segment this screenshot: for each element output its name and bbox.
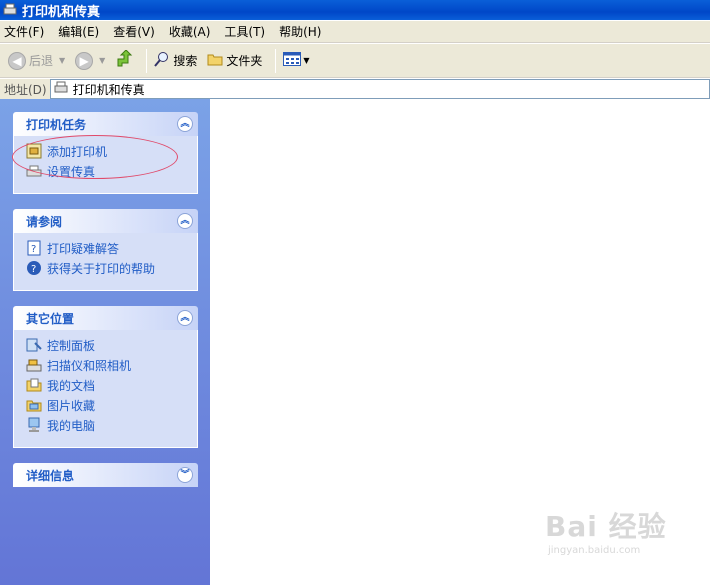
search-label: 搜索 bbox=[173, 54, 198, 68]
my-pictures-link[interactable]: 图片收藏 bbox=[26, 395, 197, 415]
forward-button[interactable]: ▶ ▼ bbox=[73, 48, 107, 74]
back-dropdown-icon[interactable]: ▼ bbox=[59, 56, 65, 65]
details-header[interactable]: 详细信息 ︾ bbox=[13, 463, 198, 487]
menu-tools[interactable]: 工具(T) bbox=[224, 23, 265, 40]
help-document-icon: ? bbox=[26, 240, 42, 256]
troubleshoot-printing-link[interactable]: ? 打印疑难解答 bbox=[26, 238, 197, 258]
other-places-panel: 其它位置 ︽ 控制面板 扫描仪和照相机 我的文档 图片收藏 我的电脑 bbox=[13, 306, 198, 448]
panel-title: 其它位置 bbox=[26, 311, 75, 326]
menu-favorites[interactable]: 收藏(A) bbox=[169, 23, 211, 40]
views-dropdown-icon: ▼ bbox=[303, 56, 310, 65]
folders-label: 文件夹 bbox=[226, 54, 263, 68]
panel-body: 控制面板 扫描仪和照相机 我的文档 图片收藏 我的电脑 bbox=[13, 330, 198, 448]
collapse-chevron-icon[interactable]: ︽ bbox=[177, 116, 193, 132]
forward-arrow-icon: ▶ bbox=[75, 51, 94, 70]
see-also-header[interactable]: 请参阅 ︽ bbox=[13, 209, 198, 233]
up-arrow-icon bbox=[115, 49, 133, 71]
back-label: 后退 bbox=[29, 54, 54, 68]
back-arrow-icon: ◀ bbox=[8, 51, 26, 70]
folders-button[interactable]: 文件夹 bbox=[205, 48, 264, 74]
link-label: 打印疑难解答 bbox=[47, 241, 120, 256]
svg-text:?: ? bbox=[31, 264, 36, 275]
title-bar: 打印机和传真 bbox=[0, 0, 710, 20]
search-button[interactable]: 搜索 bbox=[152, 48, 199, 74]
see-also-panel: 请参阅 ︽ ? 打印疑难解答 ? 获得关于打印的帮助 bbox=[13, 209, 198, 291]
watermark-brand: Bai 经验 bbox=[545, 510, 667, 543]
folder-icon bbox=[207, 52, 223, 69]
link-label: 图片收藏 bbox=[47, 398, 96, 413]
panel-title: 打印机任务 bbox=[26, 117, 87, 132]
other-places-header[interactable]: 其它位置 ︽ bbox=[13, 306, 198, 330]
printing-help-link[interactable]: ? 获得关于打印的帮助 bbox=[26, 258, 197, 278]
details-panel: 详细信息 ︾ bbox=[13, 463, 198, 487]
views-button[interactable]: ▼ bbox=[281, 48, 311, 74]
menu-view[interactable]: 查看(V) bbox=[113, 23, 155, 40]
collapse-chevron-icon[interactable]: ︽ bbox=[177, 310, 193, 326]
control-panel-icon bbox=[26, 337, 42, 353]
link-label: 扫描仪和照相机 bbox=[47, 358, 132, 373]
toolbar: ◀ 后退 ▼ ▶ ▼ 搜索 文件夹 ▼ bbox=[0, 44, 710, 78]
my-computer-link[interactable]: 我的电脑 bbox=[26, 415, 197, 435]
views-grid-icon bbox=[283, 52, 302, 69]
link-label: 我的文档 bbox=[47, 378, 96, 393]
menu-file[interactable]: 文件(F) bbox=[4, 23, 44, 40]
printer-tasks-header[interactable]: 打印机任务 ︽ bbox=[13, 112, 198, 136]
address-label: 地址(D) bbox=[4, 82, 47, 97]
address-bar: 地址(D) 打印机和传真 bbox=[0, 79, 710, 99]
help-circle-icon: ? bbox=[26, 260, 42, 276]
expand-chevron-icon[interactable]: ︾ bbox=[177, 467, 193, 483]
scanner-camera-icon bbox=[26, 357, 42, 373]
panel-title: 请参阅 bbox=[26, 214, 63, 229]
panel-title: 详细信息 bbox=[26, 468, 75, 483]
link-label: 我的电脑 bbox=[47, 418, 96, 433]
annotation-ellipse bbox=[12, 135, 178, 179]
link-label: 控制面板 bbox=[47, 338, 96, 353]
printer-fax-icon bbox=[53, 81, 69, 98]
computer-icon bbox=[26, 417, 42, 433]
panel-body: ? 打印疑难解答 ? 获得关于打印的帮助 bbox=[13, 233, 198, 291]
address-value: 打印机和传真 bbox=[72, 82, 145, 97]
menu-help[interactable]: 帮助(H) bbox=[279, 23, 321, 40]
up-folder-button[interactable] bbox=[113, 48, 135, 74]
link-label: 获得关于打印的帮助 bbox=[47, 261, 156, 276]
scanners-cameras-link[interactable]: 扫描仪和照相机 bbox=[26, 355, 197, 375]
my-documents-link[interactable]: 我的文档 bbox=[26, 375, 197, 395]
menu-edit[interactable]: 编辑(E) bbox=[58, 23, 99, 40]
documents-folder-icon bbox=[26, 377, 42, 393]
search-icon bbox=[154, 51, 170, 70]
back-button[interactable]: ◀ 后退 ▼ bbox=[6, 48, 67, 74]
address-input[interactable]: 打印机和传真 bbox=[49, 79, 710, 99]
toolbar-separator bbox=[146, 48, 148, 73]
control-panel-link[interactable]: 控制面板 bbox=[26, 335, 197, 355]
baidu-jingyan-watermark: Bai 经验 jingyan.baidu.com bbox=[545, 505, 667, 556]
svg-text:?: ? bbox=[31, 244, 36, 255]
collapse-chevron-icon[interactable]: ︽ bbox=[177, 213, 193, 229]
watermark-url: jingyan.baidu.com bbox=[548, 545, 641, 556]
printer-fax-icon bbox=[2, 3, 18, 17]
forward-dropdown-icon[interactable]: ▼ bbox=[99, 56, 105, 65]
menu-bar: 文件(F) 编辑(E) 查看(V) 收藏(A) 工具(T) 帮助(H) bbox=[0, 21, 710, 43]
pictures-folder-icon bbox=[26, 397, 42, 413]
window-title: 打印机和传真 bbox=[22, 4, 101, 20]
toolbar-separator bbox=[275, 48, 277, 73]
